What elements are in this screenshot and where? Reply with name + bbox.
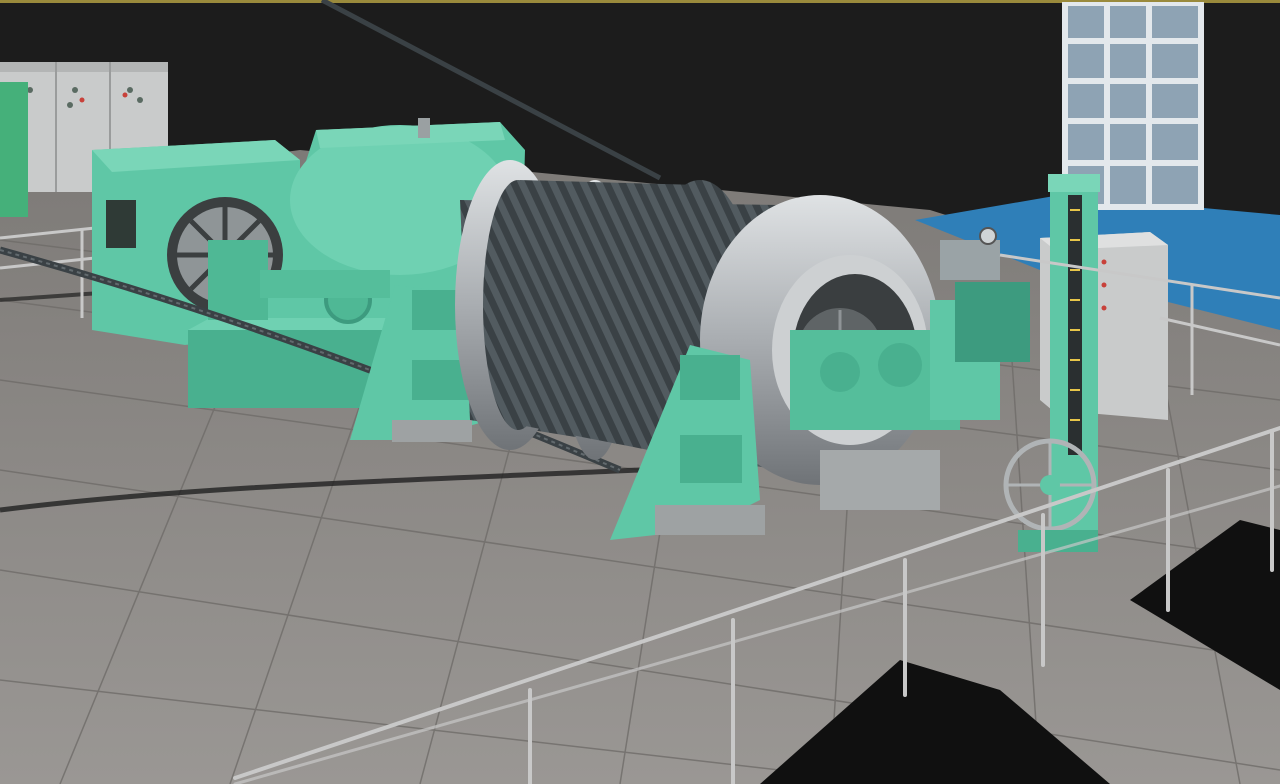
electric-motor xyxy=(92,140,300,345)
scene-viewport xyxy=(0,0,1280,784)
